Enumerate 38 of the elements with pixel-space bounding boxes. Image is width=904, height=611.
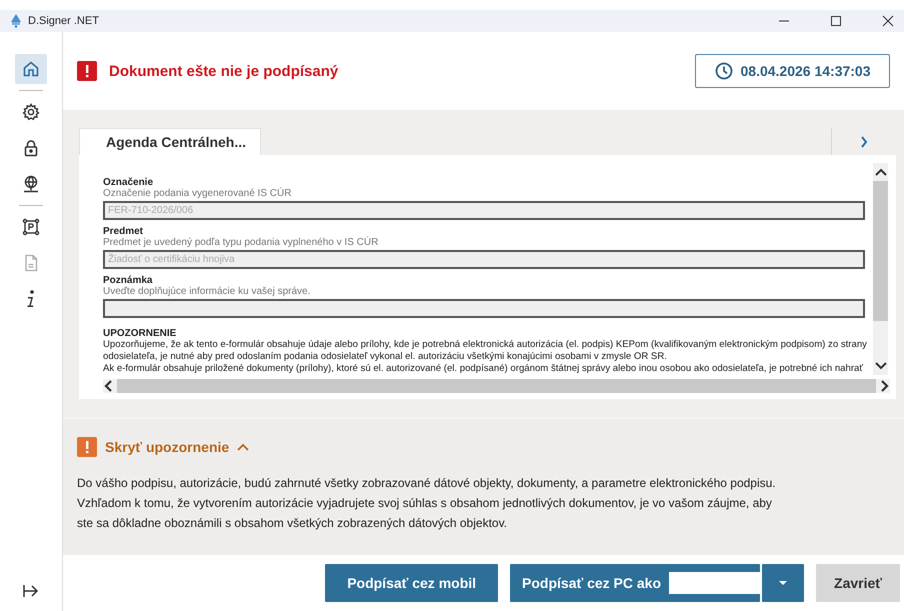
notice-text: Upozorňujeme, že ak tento e-formulár obsahuje údaje alebo prílohy, kde je potrebná elektronická autorizácia (el. podpis) KEPom (kvalifikovaným elektronickým podpisom) zo strany xyxy=(103,339,865,351)
chevron-up-icon xyxy=(237,443,250,451)
close-icon[interactable] xyxy=(882,15,894,27)
warning-icon xyxy=(77,437,97,457)
window-title: D.Signer .NET xyxy=(28,15,99,27)
scroll-right-icon[interactable] xyxy=(880,379,890,393)
clock-icon xyxy=(714,62,732,80)
scroll-up-icon[interactable] xyxy=(874,167,888,177)
field-label: Označenie xyxy=(103,177,154,188)
form-tab[interactable]: Agenda Centrálneh... xyxy=(79,128,261,155)
horizontal-scrollbar[interactable] xyxy=(103,379,890,393)
hide-warning-toggle[interactable]: Skryť upozornenie xyxy=(77,437,890,457)
vertical-scrollbar[interactable] xyxy=(873,163,888,375)
notice-text: odosielateľa, je nutné aby pred odoslaním podania odosielateľ vykonal el. autorizáciu všetkými konajúcimi osobami v zmysle OR SR. xyxy=(103,351,668,363)
chevron-right-icon xyxy=(860,136,868,148)
warning-text: Do vášho podpisu, autorizácie, budú zahrnuté všetky zobrazované dátové objekty, dokumenty, a parametre elektronického podpisu. Vzhľadom k tomu, že vytvorením autorizácie vyjadrujete svoj súhlas s obsahom jednotlivých dokumentov, je vo vašom záujme, aby ste sa dôkladne oboznámili s obsahom všetkých zobrazených dátových objektov. xyxy=(77,475,777,532)
alert-icon xyxy=(77,61,97,81)
sign-mobile-button[interactable]: Podpísať cez mobil xyxy=(325,564,498,602)
field-label: Predmet xyxy=(103,226,144,237)
field-hint: Označenie podania vygenerované IS CÚR xyxy=(103,188,292,199)
close-button[interactable]: Zavrieť xyxy=(816,564,900,602)
scroll-down-icon[interactable] xyxy=(874,361,888,371)
scroll-left-icon[interactable] xyxy=(103,379,113,393)
field-hint: Uveďte doplňujúce informácie ku vašej správe. xyxy=(103,286,312,297)
input-field[interactable] xyxy=(103,299,865,318)
dropdown-button[interactable] xyxy=(762,564,804,602)
home-icon[interactable] xyxy=(15,54,47,84)
field-label: Poznámka xyxy=(103,275,154,286)
notice-title: UPOZORNENIE xyxy=(103,328,178,339)
app-logo-icon xyxy=(10,14,22,28)
document-status: Dokument ešte nie je podpísaný xyxy=(109,62,338,80)
maximize-icon[interactable] xyxy=(830,15,842,27)
notice-text: Ak e-formulár obsahuje priložené dokumenty (prílohy), ktoré sú el. autorizované (el. podpísané) orgánom štátnej správy alebo inou osobou ako odosielateľa, je potrebné ich nahrať xyxy=(103,363,864,375)
field-hint: Predmet je uvedený podľa typu podania vyplneného v IS CÚR xyxy=(103,237,380,248)
logout-arrow-icon[interactable] xyxy=(22,583,40,599)
caret-down-icon xyxy=(778,580,788,586)
timestamp: 08.04.2026 14:37:03 xyxy=(740,63,870,79)
sign-pc-button[interactable]: Podpísať cez PC ako xyxy=(510,564,760,602)
